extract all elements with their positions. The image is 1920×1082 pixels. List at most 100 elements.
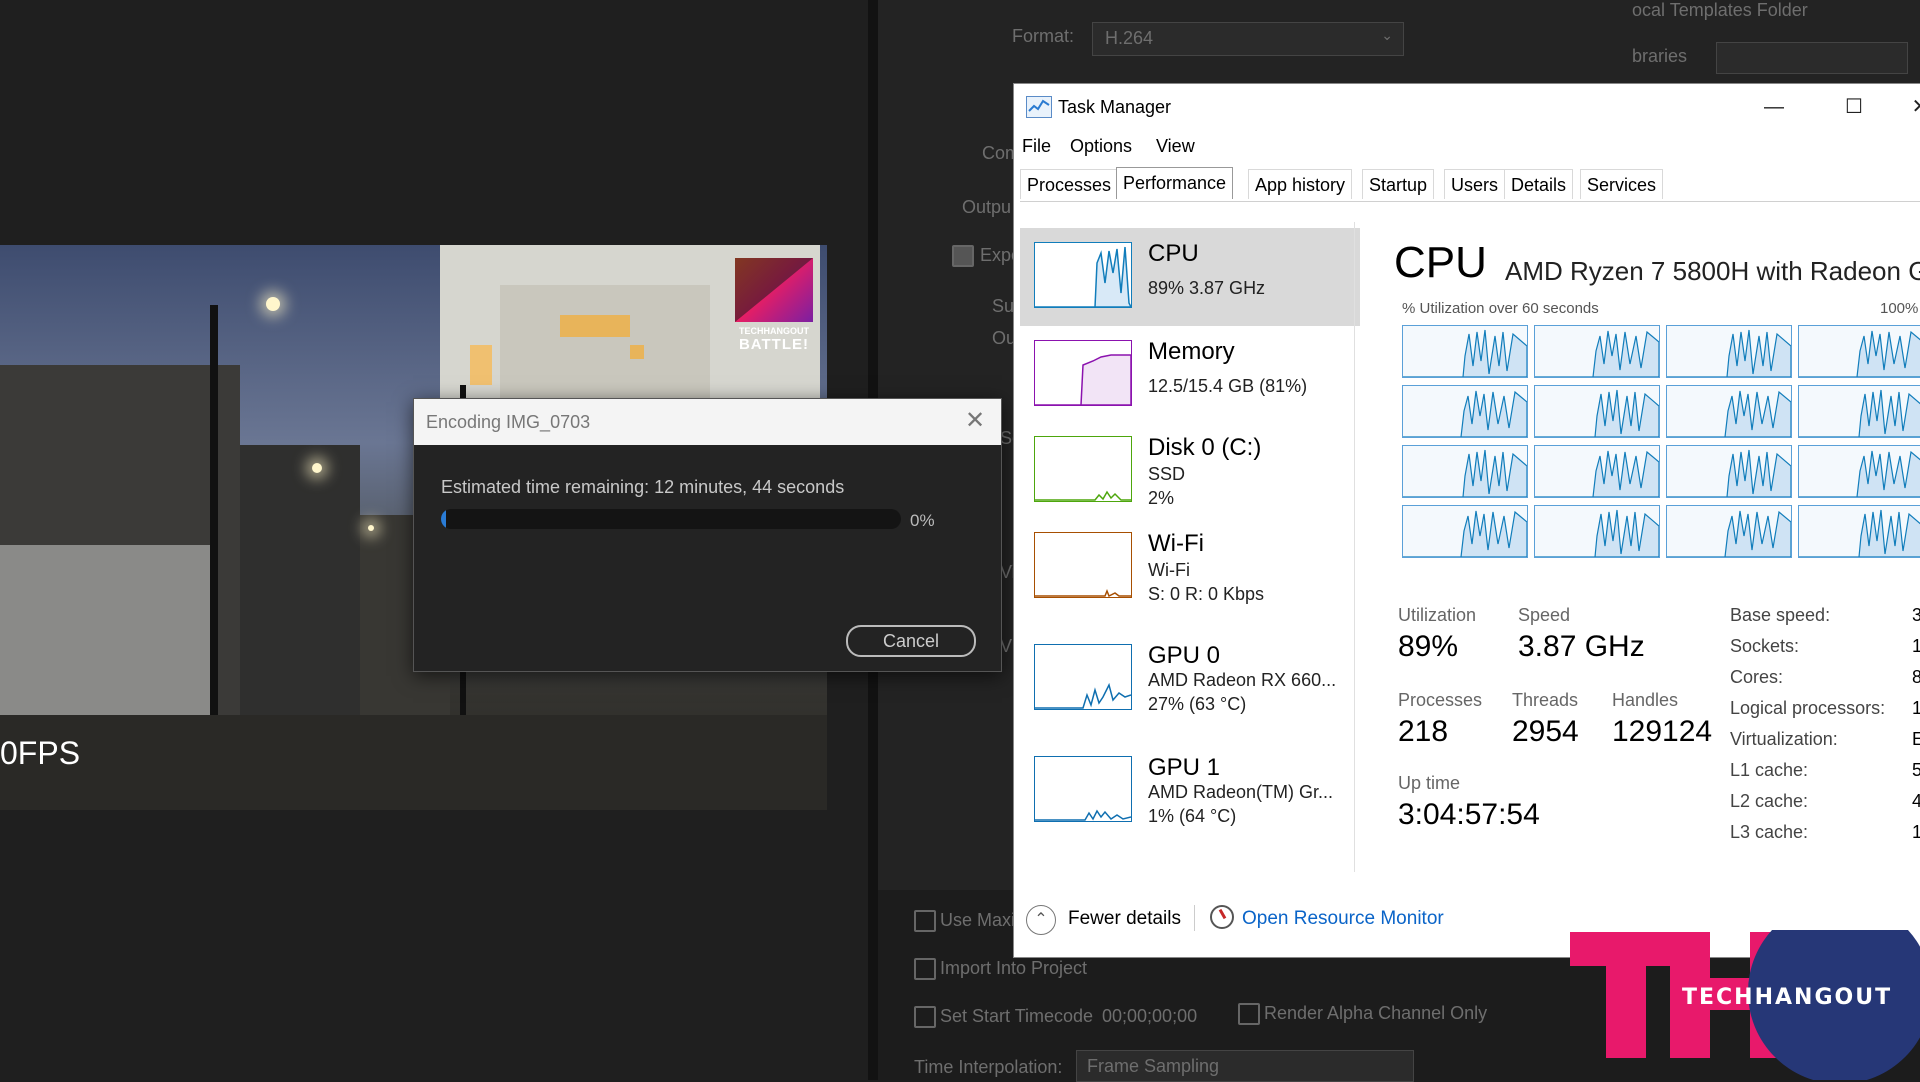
time-remaining-text: Estimated time remaining: 12 minutes, 44… [441,477,845,497]
chevron-up-icon[interactable]: ⌃ [1026,905,1056,935]
sidebar-item-memory[interactable]: Memory 12.5/15.4 GB (81%) [1020,326,1360,424]
window-title: Task Manager [1058,97,1172,117]
format-select[interactable]: H.264 ⌄ [1092,22,1404,56]
handles-value: 129124 [1612,715,1713,748]
sidebar-name: GPU 0 [1148,642,1221,669]
templates-folder-label: ocal Templates Folder [1632,0,1808,20]
timecode-value[interactable]: 00;00;00;00 [1102,1006,1197,1027]
import-project-checkbox[interactable] [914,958,936,980]
speed-value: 3.87 GHz [1518,630,1645,663]
libraries-select[interactable] [1716,42,1908,74]
spec-value: 3 [1912,605,1920,625]
minimize-icon[interactable]: — [1754,92,1794,122]
sidebar-detail: SSD [1148,464,1186,484]
sidebar-item-disk[interactable]: Disk 0 (C:) SSD 2% [1020,422,1360,520]
sidebar-detail-2: 2% [1148,488,1175,508]
encoding-dialog-title: Encoding IMG_0703 [426,412,591,432]
spec-label: Logical processors: [1730,698,1886,718]
sidebar-item-gpu0[interactable]: GPU 0 AMD Radeon RX 660... 27% (63 °C) [1020,630,1360,728]
set-timecode-label: Set Start Timecode [940,1006,1094,1026]
spec-label: L2 cache: [1730,791,1809,811]
sidebar-name: Wi-Fi [1148,530,1204,557]
performance-sidebar: CPU 89% 3.87 GHz Memory 12.5/15.4 GB (81… [1020,222,1364,862]
spec-value: 4 [1912,791,1920,811]
tab-details[interactable]: Details [1504,169,1574,199]
menu-options[interactable]: Options [1070,136,1132,157]
tab-app-history[interactable]: App history [1248,169,1353,199]
spec-value: 1 [1912,822,1920,842]
logical-processor-graph [1402,385,1528,438]
open-resource-monitor-link[interactable]: Open Resource Monitor [1242,908,1444,930]
use-max-checkbox[interactable] [914,910,936,932]
sidebar-detail: 12.5/15.4 GB (81%) [1148,376,1308,396]
gpu0-thumbnail-graph [1034,644,1132,710]
wifi-thumbnail-graph [1034,532,1132,598]
utilization-max-label: 100% [1880,300,1919,317]
logical-processor-graph [1534,505,1660,558]
render-alpha-checkbox[interactable] [1238,1003,1260,1025]
sidebar-name: Memory [1148,338,1235,365]
footer-divider [1194,905,1195,931]
logical-processor-graph [1402,445,1528,498]
encoding-progress-fill [441,509,446,529]
encoding-dialog-titlebar: Encoding IMG_0703 ✕ [414,399,1001,445]
cancel-button[interactable]: Cancel [846,625,976,657]
tab-services[interactable]: Services [1580,169,1664,199]
logo-text: TECHHANGOUT [1682,985,1893,1010]
sidebar-detail-2: S: 0 R: 0 Kbps [1148,584,1265,604]
chevron-down-icon: ⌄ [1381,27,1393,43]
format-label: Format: [1012,26,1075,46]
cpu-model: AMD Ryzen 7 5800H with Radeon G... [1505,256,1920,286]
encoding-dialog: Encoding IMG_0703 ✕ Estimated time remai… [413,398,1002,672]
spec-value: E [1912,729,1920,749]
uptime-value: 3:04:57:54 [1398,798,1540,831]
close-icon[interactable]: ✕ [1900,92,1920,122]
sidebar-item-wifi[interactable]: Wi-Fi Wi-Fi S: 0 R: 0 Kbps [1020,518,1360,616]
export-checkbox[interactable] [952,245,974,267]
resource-monitor-icon [1210,905,1234,929]
logical-processor-graph [1402,505,1528,558]
logical-processor-graph [1534,325,1660,378]
sidebar-detail: AMD Radeon RX 660... [1148,670,1337,690]
sidebar-item-gpu1[interactable]: GPU 1 AMD Radeon(TM) Gr... 1% (64 °C) [1020,742,1360,840]
fewer-details-link[interactable]: Fewer details [1068,908,1181,930]
maximize-icon[interactable]: ☐ [1834,92,1874,122]
logical-processor-graph [1666,505,1792,558]
sidebar-detail: 89% 3.87 GHz [1148,278,1266,298]
logical-processor-graph [1534,385,1660,438]
gpu1-thumbnail-graph [1034,756,1132,822]
time-interpolation-select[interactable]: Frame Sampling [1076,1050,1414,1082]
processes-label: Processes [1398,690,1483,710]
battle-logo: TECHHANGOUT BATTLE! [735,258,813,353]
spec-label: L1 cache: [1730,760,1809,780]
tab-processes[interactable]: Processes [1020,169,1119,199]
sidebar-item-cpu[interactable]: CPU 89% 3.87 GHz [1020,228,1360,326]
format-value: H.264 [1105,28,1154,48]
set-timecode-checkbox[interactable] [914,1006,936,1028]
speed-label: Speed [1518,605,1571,625]
disk-thumbnail-graph [1034,436,1132,502]
spec-label: L3 cache: [1730,822,1809,842]
sidebar-detail: AMD Radeon(TM) Gr... [1148,782,1334,802]
spec-label: Virtualization: [1730,729,1838,749]
sidebar-separator [1354,222,1355,872]
utilization-value: 89% [1398,630,1459,663]
menu-view[interactable]: View [1156,136,1195,157]
logical-processor-graph [1798,445,1920,498]
tab-bar: Processes Performance App history Startu… [1020,167,1920,202]
tab-startup[interactable]: Startup [1362,169,1435,199]
libraries-label: braries [1632,46,1688,66]
close-icon[interactable]: ✕ [962,409,988,435]
logical-processor-graph [1798,505,1920,558]
output2-label: Ou [992,328,1017,348]
tab-users[interactable]: Users [1444,169,1506,199]
spec-label: Base speed: [1730,605,1831,625]
use-max-label: Use Maxi [940,910,1016,930]
fps-overlay-label: 0FPS [0,735,81,771]
tab-performance[interactable]: Performance [1116,167,1234,199]
logical-processor-graph [1402,325,1528,378]
spec-value: 1 [1912,698,1920,718]
menu-file[interactable]: File [1022,136,1051,157]
handles-label: Handles [1612,690,1679,710]
task-manager-icon [1026,96,1052,118]
